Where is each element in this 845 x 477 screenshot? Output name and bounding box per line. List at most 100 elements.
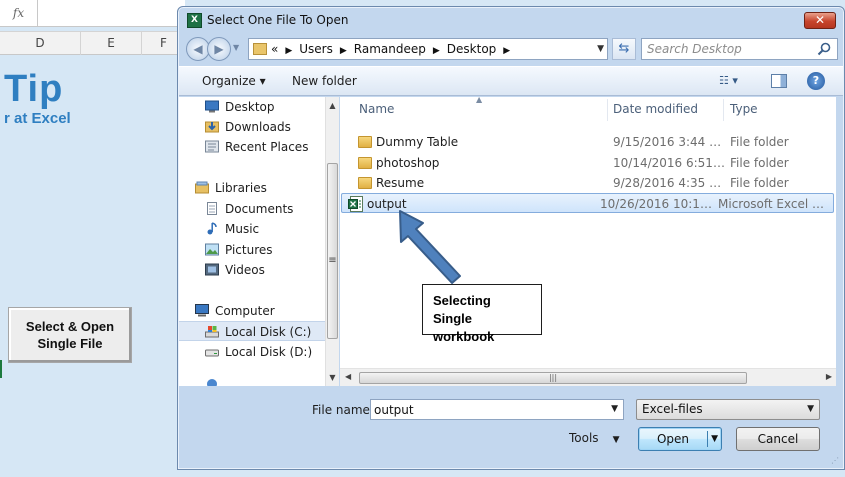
column-date-modified[interactable]: Date modified <box>613 97 698 121</box>
drive-d-icon <box>205 349 219 357</box>
documents-icon <box>207 202 217 215</box>
chevron-right-icon: ▶ <box>503 46 511 56</box>
nav-item-local-disk-d[interactable]: Local Disk (D:) <box>179 342 325 362</box>
scroll-down-icon[interactable]: ▼ <box>326 373 339 382</box>
file-type: Microsoft Excel 97... <box>718 197 830 211</box>
network-icon <box>207 379 217 386</box>
pictures-icon <box>205 243 219 256</box>
chevron-down-icon: ▼ <box>612 435 620 445</box>
excel-file-icon <box>348 196 363 212</box>
tools-menu[interactable]: Tools ▼ <box>569 431 619 445</box>
column-type[interactable]: Type <box>730 97 758 121</box>
nav-item-recent-places[interactable]: Recent Places <box>179 137 325 157</box>
new-folder-button[interactable]: New folder <box>292 67 357 96</box>
grip-icon: ≡ <box>328 255 337 266</box>
nav-item-documents[interactable]: Documents <box>179 199 325 219</box>
cancel-button[interactable]: Cancel <box>736 427 820 451</box>
file-type: File folder <box>730 176 789 190</box>
file-name: photoshop <box>376 156 440 170</box>
file-date: 10/14/2016 6:51 PM <box>613 156 725 170</box>
open-options-icon[interactable]: ▼ <box>711 428 718 450</box>
nav-item-downloads[interactable]: Downloads <box>179 117 325 137</box>
selection-marker <box>0 360 2 378</box>
file-name-field[interactable] <box>374 402 594 418</box>
recent-locations-dropdown[interactable]: ▼ <box>233 43 239 52</box>
libraries-icon <box>195 181 209 194</box>
nav-item-desktop[interactable]: Desktop <box>179 97 325 117</box>
file-type: File folder <box>730 156 789 170</box>
folder-icon <box>358 177 372 189</box>
column-divider[interactable] <box>723 99 724 121</box>
nav-item-computer[interactable]: Computer <box>179 301 325 321</box>
excel-app-icon: X <box>187 13 202 28</box>
file-type-select[interactable]: Excel-files ▼ <box>636 399 820 420</box>
tools-label: Tools <box>569 431 599 445</box>
organize-menu[interactable]: Organize ▾ <box>202 67 266 96</box>
column-header-e[interactable]: E <box>81 32 142 55</box>
scroll-up-icon[interactable]: ▲ <box>326 101 339 110</box>
open-button[interactable]: Open ▼ <box>638 427 722 451</box>
split-divider <box>707 431 708 447</box>
chevron-down-icon[interactable]: ▼ <box>611 400 618 419</box>
close-button[interactable]: ✕ <box>804 12 836 29</box>
open-label: Open <box>656 432 690 446</box>
file-row-resume[interactable]: Resume 9/28/2016 4:35 PM File folder <box>350 173 834 193</box>
scroll-right-icon[interactable]: ▶ <box>826 372 832 381</box>
address-bar[interactable]: « ▶ Users ▶ Ramandeep ▶ Desktop ▶ ▼ <box>248 38 608 60</box>
sort-caret-icon: ▲ <box>476 97 483 104</box>
folder-icon <box>253 43 267 55</box>
preview-pane-icon[interactable] <box>771 74 787 88</box>
column-name[interactable]: Name <box>359 97 394 121</box>
nav-item-local-disk-c[interactable]: Local Disk (C:) <box>179 321 325 341</box>
file-name-combobox[interactable]: ▼ <box>370 399 624 420</box>
help-icon[interactable]: ? <box>807 72 825 90</box>
file-type-value: Excel-files <box>642 402 703 416</box>
tip-logo-subtitle: r at Excel <box>4 110 71 127</box>
videos-icon <box>205 263 219 276</box>
annotation-arrow-icon <box>399 210 461 284</box>
resize-grip-icon[interactable]: ⋰ <box>831 456 841 466</box>
file-row-dummy-table[interactable]: Dummy Table 9/15/2016 3:44 PM File folde… <box>350 132 834 152</box>
scroll-thumb[interactable]: ||| <box>359 372 747 384</box>
horizontal-scrollbar[interactable]: ◀ ||| ▶ <box>340 368 836 386</box>
scroll-thumb[interactable] <box>327 163 338 339</box>
file-name: Dummy Table <box>376 135 459 149</box>
breadcrumb-desktop[interactable]: Desktop <box>447 42 497 56</box>
chevron-down-icon[interactable]: ▼ <box>807 400 814 419</box>
chevron-right-icon: ▶ <box>432 46 440 56</box>
navigation-scrollbar[interactable]: ▲ ≡ ▼ <box>325 97 339 386</box>
scroll-left-icon[interactable]: ◀ <box>345 372 351 381</box>
breadcrumb-users[interactable]: Users <box>299 42 333 56</box>
select-open-file-button[interactable]: Select & Open Single File <box>8 307 132 363</box>
music-icon <box>207 222 217 235</box>
insert-function-button[interactable]: fx <box>0 0 38 27</box>
nav-item-pictures[interactable]: Pictures <box>179 240 325 260</box>
folder-icon <box>358 136 372 148</box>
file-name-label: File name: <box>312 403 374 417</box>
breadcrumb-overflow[interactable]: « <box>271 42 278 56</box>
folder-icon <box>358 157 372 169</box>
file-row-photoshop[interactable]: photoshop 10/14/2016 6:51 PM File folder <box>350 153 834 173</box>
file-date: 9/28/2016 4:35 PM <box>613 176 725 190</box>
change-view-icon[interactable]: ☷ ▾ <box>719 74 749 89</box>
nav-item-music[interactable]: Music <box>179 219 325 239</box>
dialog-title: Select One File To Open <box>207 13 349 27</box>
nav-item-libraries[interactable]: Libraries <box>179 178 325 198</box>
annotation-callout: Selecting Single workbook <box>422 284 542 344</box>
column-divider[interactable] <box>607 99 608 121</box>
breadcrumb: « ▶ Users ▶ Ramandeep ▶ Desktop ▶ <box>271 39 517 59</box>
formula-bar[interactable]: fx <box>0 0 185 27</box>
column-header-d[interactable]: D <box>0 32 81 55</box>
breadcrumb-ramandeep[interactable]: Ramandeep <box>354 42 426 56</box>
forward-button[interactable]: ▶ <box>207 37 231 61</box>
nav-item-videos[interactable]: Videos <box>179 260 325 280</box>
search-box[interactable] <box>641 38 838 60</box>
recent-places-icon <box>205 140 219 153</box>
desktop-icon <box>205 100 219 113</box>
search-icon[interactable] <box>816 41 832 57</box>
tip-logo-title: Tip <box>4 68 64 110</box>
search-input[interactable] <box>647 41 807 57</box>
refresh-button[interactable]: ⇆ <box>612 38 636 60</box>
address-dropdown-icon[interactable]: ▼ <box>597 39 604 59</box>
dialog-title-bar[interactable]: X Select One File To Open ✕ <box>178 7 844 35</box>
